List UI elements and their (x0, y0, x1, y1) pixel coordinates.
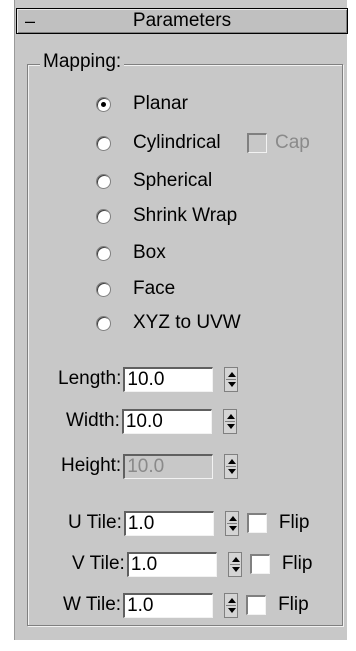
radio-label: Spherical (133, 170, 213, 191)
cap-checkbox (247, 133, 267, 153)
u-flip-label: Flip (278, 512, 310, 533)
width-input[interactable]: 10.0 (121, 408, 212, 434)
radio-planar[interactable]: Planar (96, 91, 188, 117)
u-flip-option[interactable]: Flip (246, 511, 310, 535)
radio-face[interactable]: Face (96, 276, 175, 302)
radio-shrink-wrap[interactable]: Shrink Wrap (96, 203, 237, 229)
width-label: Width: (66, 410, 120, 431)
width-spinner-arrows-icon[interactable] (222, 408, 237, 434)
radio-button-icon[interactable] (96, 208, 111, 224)
width-row: Width: 10.0 (66, 408, 237, 434)
radio-label: Cylindrical (133, 132, 221, 153)
v-tile-input[interactable]: 1.0 (126, 551, 217, 577)
cap-label: Cap (275, 132, 310, 153)
v-tile-row: V Tile: 1.0 Flip (72, 551, 312, 577)
radio-button-icon[interactable] (96, 173, 111, 189)
length-row: Length: 10.0 (58, 366, 239, 392)
height-input: 10.0 (123, 453, 214, 479)
length-label: Length: (58, 368, 122, 389)
radio-xyz-to-uvw[interactable]: XYZ to UVW (96, 310, 241, 336)
radio-button-icon[interactable] (96, 281, 111, 297)
height-row: Height: 10.0 (61, 453, 239, 479)
w-flip-label: Flip (278, 594, 309, 615)
w-tile-spinner-arrows-icon[interactable] (224, 592, 239, 618)
radio-spherical[interactable]: Spherical (96, 168, 212, 194)
radio-button-icon[interactable] (96, 96, 111, 112)
radio-button-icon[interactable] (96, 245, 111, 261)
v-flip-label: Flip (281, 553, 313, 574)
radio-label: Planar (133, 93, 188, 114)
w-tile-row: W Tile: 1.0 Flip (63, 592, 309, 618)
rollout-title: Parameters (132, 10, 232, 31)
w-flip-option[interactable]: Flip (246, 593, 309, 617)
u-tile-row: U Tile: 1.0 Flip (68, 510, 309, 536)
radio-button-icon[interactable] (96, 315, 111, 331)
radio-label: XYZ to UVW (133, 312, 241, 333)
v-tile-spinner-arrows-icon[interactable] (227, 551, 242, 577)
mapping-group-label: Mapping: (40, 50, 125, 74)
v-flip-checkbox[interactable] (249, 554, 270, 574)
u-tile-label: U Tile: (68, 512, 122, 533)
u-tile-input[interactable]: 1.0 (123, 510, 214, 536)
radio-cylindrical[interactable]: Cylindrical (96, 130, 221, 156)
height-label: Height: (61, 455, 122, 476)
v-tile-label: V Tile: (72, 553, 125, 574)
w-tile-label: W Tile: (63, 594, 122, 615)
length-spinner-arrows-icon[interactable] (224, 366, 239, 392)
radio-button-icon[interactable] (96, 135, 111, 151)
v-flip-option[interactable]: Flip (249, 552, 313, 576)
radio-label: Box (133, 242, 166, 263)
radio-label: Face (133, 278, 176, 299)
height-spinner-arrows-icon (224, 453, 239, 479)
parameters-rollout-header[interactable]: – Parameters (16, 8, 348, 34)
w-flip-checkbox[interactable] (246, 595, 267, 615)
length-input[interactable]: 10.0 (123, 366, 214, 392)
u-tile-spinner-arrows-icon[interactable] (224, 510, 239, 536)
w-tile-input[interactable]: 1.0 (123, 592, 214, 618)
radio-label: Shrink Wrap (133, 205, 238, 226)
radio-box[interactable]: Box (96, 240, 166, 266)
cap-option: Cap (247, 130, 310, 156)
u-flip-checkbox[interactable] (246, 513, 267, 533)
